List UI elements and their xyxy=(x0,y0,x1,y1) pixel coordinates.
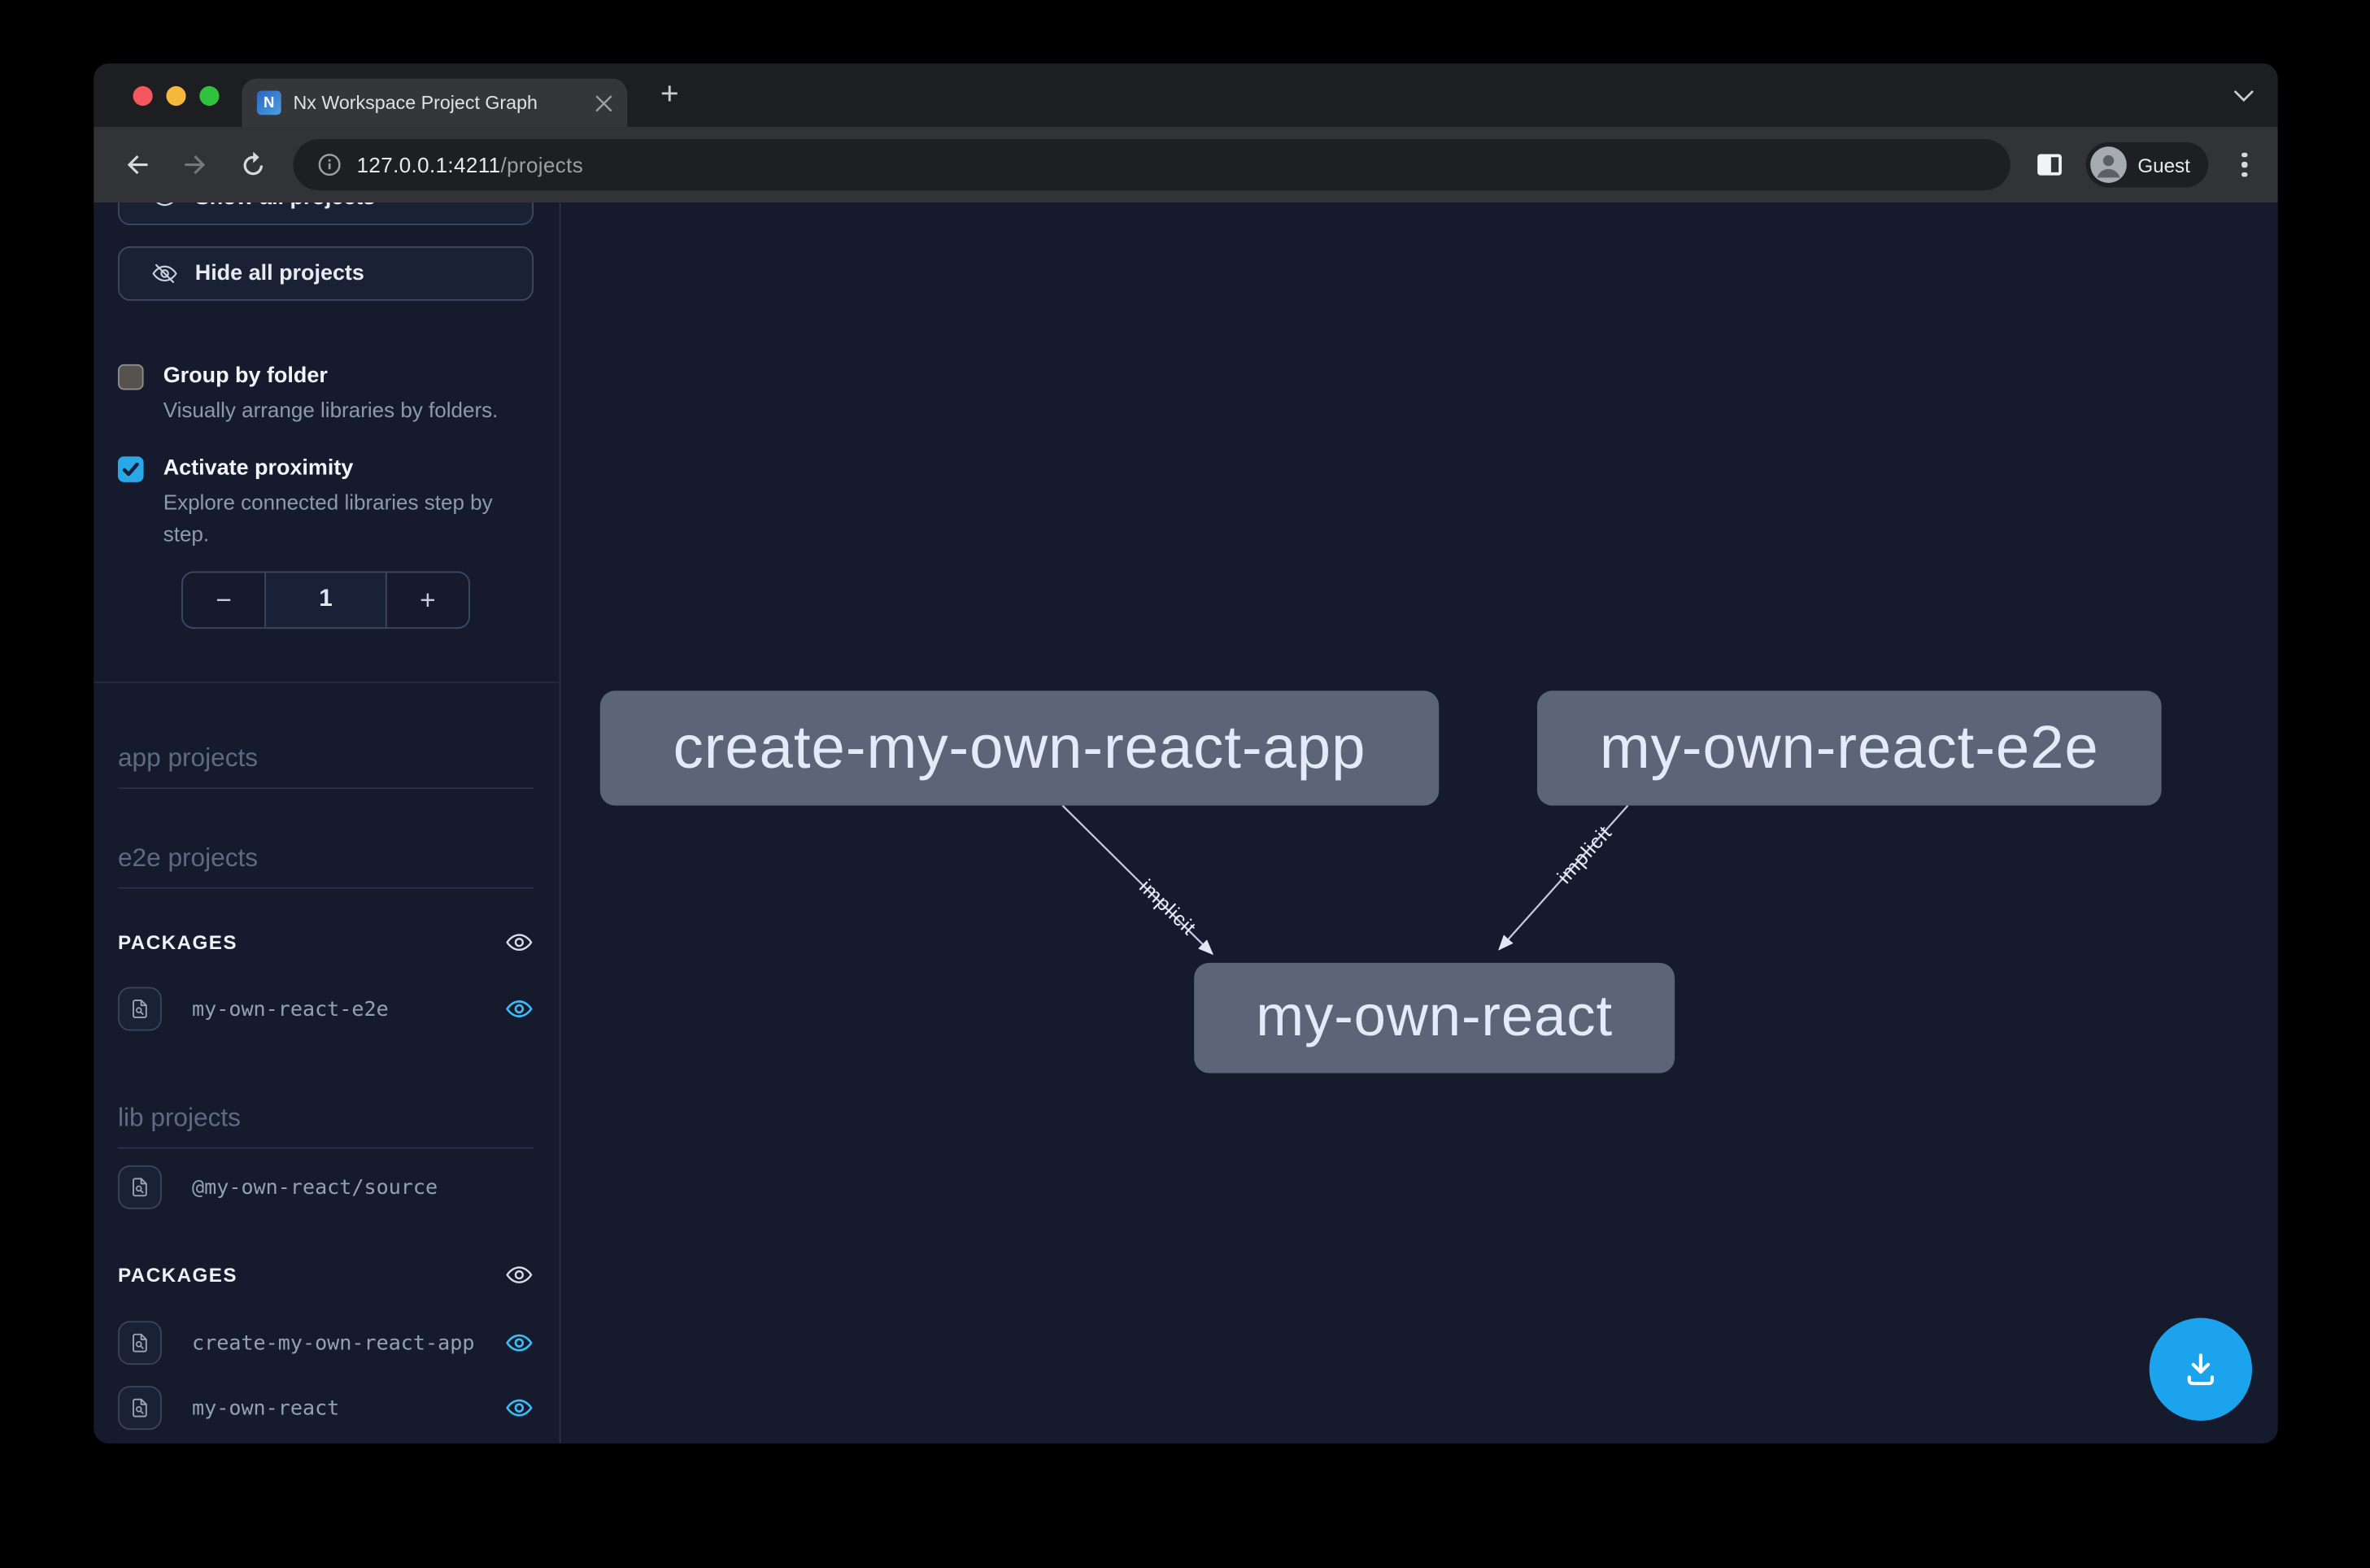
url-path: /projects xyxy=(500,153,583,177)
hide-all-projects-button[interactable]: Hide all projects xyxy=(118,246,534,301)
option-activate-proximity: Activate proximity Explore connected lib… xyxy=(118,454,534,551)
graph-node-create-my-own-react-app[interactable]: create-my-own-react-app xyxy=(600,690,1439,805)
tab-strip: N Nx Workspace Project Graph + xyxy=(94,63,2277,127)
focus-project-button[interactable] xyxy=(118,987,162,1031)
packages-header: PACKAGES xyxy=(118,930,237,953)
edge-label: implicit xyxy=(1553,821,1617,888)
show-all-projects-button[interactable]: Show all projects xyxy=(118,203,534,225)
package-row[interactable]: my-own-react-e2e xyxy=(118,987,534,1031)
graph-edges: implicit implicit xyxy=(560,203,2277,1444)
visibility-eye-icon[interactable] xyxy=(505,1329,534,1357)
app-projects-header: app projects xyxy=(118,743,534,789)
edge-label: implicit xyxy=(1135,875,1200,940)
url-bar[interactable]: 127.0.0.1:4211/projects xyxy=(294,139,2011,190)
tab-title: Nx Workspace Project Graph xyxy=(294,92,587,113)
tab-close-icon[interactable] xyxy=(595,94,612,111)
proximity-step-counter: − 1 + xyxy=(181,571,470,629)
decrement-button[interactable]: − xyxy=(183,573,266,627)
packages-header: PACKAGES xyxy=(118,1263,237,1286)
activate-proximity-checkbox[interactable] xyxy=(118,456,144,482)
minimize-window-button[interactable] xyxy=(166,85,185,105)
display-options: Group by folder Visually arrange librari… xyxy=(118,361,534,550)
forward-button[interactable] xyxy=(172,142,218,188)
project-graph-canvas[interactable]: implicit implicit create-my-own-react-ap… xyxy=(560,203,2277,1444)
close-window-button[interactable] xyxy=(133,85,153,105)
e2e-projects-header: e2e projects xyxy=(118,843,534,889)
app-content: Show all projects Hide all projects xyxy=(94,203,2277,1444)
package-row[interactable]: my-own-react xyxy=(118,1386,534,1430)
increment-button[interactable]: + xyxy=(386,573,468,627)
visibility-eye-icon[interactable] xyxy=(505,1393,534,1422)
lib-projects-header: lib projects xyxy=(118,1104,534,1149)
package-row[interactable]: create-my-own-react-app xyxy=(118,1321,534,1365)
profile-label: Guest xyxy=(2137,154,2189,176)
packages-header-row: PACKAGES xyxy=(118,1259,534,1289)
hide-all-projects-label: Hide all projects xyxy=(195,262,364,286)
focus-project-button[interactable] xyxy=(118,1321,162,1365)
graph-node-my-own-react[interactable]: my-own-react xyxy=(1194,963,1675,1074)
toggle-packages-eye-icon[interactable] xyxy=(505,1260,534,1288)
site-info-icon[interactable] xyxy=(317,153,342,177)
packages-header-row: PACKAGES xyxy=(118,926,534,956)
browser-toolbar: 127.0.0.1:4211/projects Guest xyxy=(94,127,2277,203)
package-name: create-my-own-react-app xyxy=(192,1331,474,1355)
sidebar-divider xyxy=(94,682,559,683)
url-host: 127.0.0.1:4211 xyxy=(357,153,501,177)
package-name: my-own-react-e2e xyxy=(192,997,389,1021)
url-text: 127.0.0.1:4211/projects xyxy=(357,153,584,177)
sidebar: Show all projects Hide all projects xyxy=(94,203,560,1444)
toggle-packages-eye-icon[interactable] xyxy=(505,927,534,956)
traffic-lights xyxy=(133,85,220,105)
profile-button[interactable]: Guest xyxy=(2086,142,2208,188)
browser-menu-icon[interactable] xyxy=(2233,153,2257,177)
visibility-eye-icon[interactable] xyxy=(505,995,534,1023)
package-name: my-own-react xyxy=(192,1396,339,1420)
option-description: Visually arrange libraries by folders. xyxy=(163,394,499,426)
package-name: @my-own-react/source xyxy=(192,1175,438,1200)
new-tab-button[interactable]: + xyxy=(648,74,691,116)
option-description: Explore connected libraries step by step… xyxy=(163,486,531,550)
download-icon xyxy=(2180,1348,2222,1391)
proximity-step-value: 1 xyxy=(266,573,386,627)
focus-project-button[interactable] xyxy=(118,1165,162,1209)
back-button[interactable] xyxy=(115,142,160,188)
option-group-by-folder: Group by folder Visually arrange librari… xyxy=(118,361,534,426)
download-graph-button[interactable] xyxy=(2150,1318,2252,1421)
nx-favicon: N xyxy=(257,91,281,115)
package-row[interactable]: @my-own-react/source xyxy=(118,1165,534,1209)
graph-node-my-own-react-e2e[interactable]: my-own-react-e2e xyxy=(1537,690,2162,805)
eye-icon xyxy=(151,203,178,211)
browser-window: N Nx Workspace Project Graph + xyxy=(94,63,2277,1444)
reload-button[interactable] xyxy=(229,142,275,188)
focus-project-button[interactable] xyxy=(118,1386,162,1430)
option-label: Group by folder xyxy=(163,361,499,393)
eye-off-icon xyxy=(151,260,178,287)
avatar-icon xyxy=(2091,146,2128,183)
tab-nx-workspace[interactable]: N Nx Workspace Project Graph xyxy=(242,79,627,127)
option-label: Activate proximity xyxy=(163,454,531,486)
side-panel-icon[interactable] xyxy=(2038,155,2063,176)
show-all-projects-label: Show all projects xyxy=(195,203,376,210)
zoom-window-button[interactable] xyxy=(199,85,219,105)
tab-search-chevron-icon[interactable] xyxy=(2234,89,2254,102)
group-by-folder-checkbox[interactable] xyxy=(118,364,144,390)
